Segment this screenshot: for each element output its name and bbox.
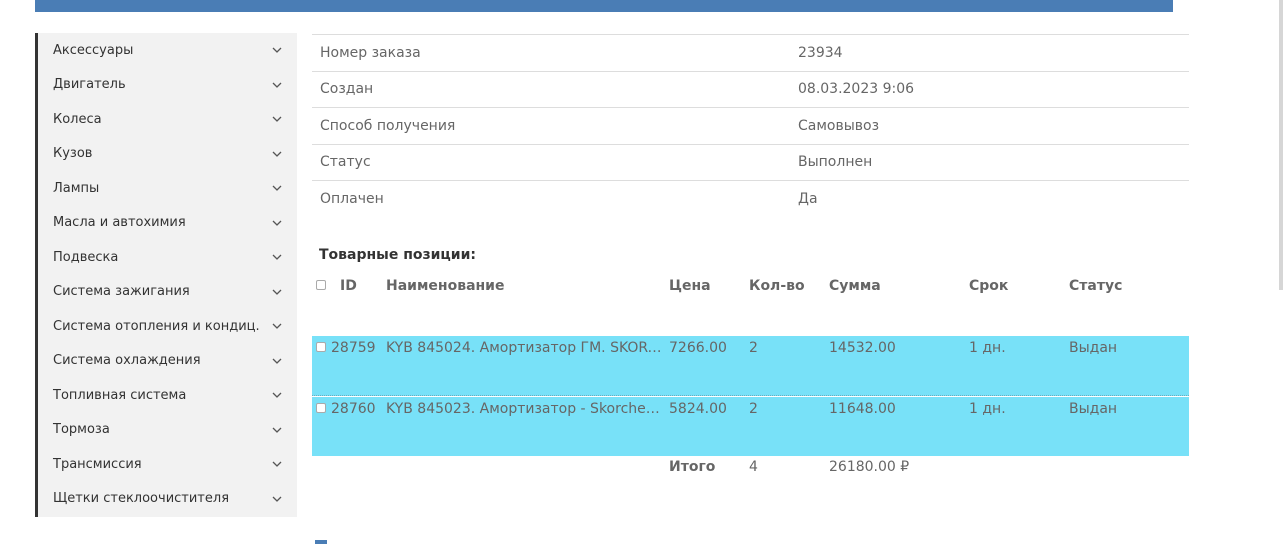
- sidebar-item-label: Двигатель: [53, 77, 126, 93]
- sidebar-item-lamps[interactable]: Лампы: [38, 171, 297, 206]
- col-id: ID: [340, 278, 357, 294]
- chevron-down-icon: [271, 493, 283, 505]
- order-status-value: Выполнен: [798, 154, 873, 171]
- order-number-row: Номер заказа 23934: [312, 35, 1189, 72]
- item-qty: 2: [749, 401, 758, 417]
- item-term: 1 дн.: [969, 401, 1006, 417]
- items-table-header: ID Наименование Цена Кол-во Сумма Срок С…: [312, 278, 1189, 298]
- chevron-down-icon: [271, 424, 283, 436]
- sidebar-item-label: Масла и автохимия: [53, 215, 186, 231]
- col-sum: Сумма: [829, 278, 881, 294]
- col-qty: Кол-во: [749, 278, 805, 294]
- row-checkbox[interactable]: [316, 342, 326, 352]
- order-created-value: 08.03.2023 9:06: [798, 81, 915, 98]
- col-term: Срок: [969, 278, 1009, 294]
- order-created-row: Создан 08.03.2023 9:06: [312, 72, 1189, 108]
- chevron-down-icon: [271, 113, 283, 125]
- col-status: Статус: [1069, 278, 1123, 294]
- total-qty: 4: [749, 459, 758, 475]
- item-price: 7266.00: [669, 340, 727, 356]
- bottom-button-edge[interactable]: [315, 540, 327, 544]
- item-name: KYB 845024. Амортизатор ГМ. SKORCHED 4S: [386, 340, 667, 356]
- sidebar-item-suspension[interactable]: Подвеска: [38, 240, 297, 275]
- top-header-bar: [35, 0, 1173, 12]
- order-delivery-value: Самовывоз: [798, 117, 880, 134]
- sidebar-item-brakes[interactable]: Тормоза: [38, 413, 297, 448]
- sidebar-item-wipers[interactable]: Щетки стеклоочистителя: [38, 482, 297, 517]
- sidebar-item-engine[interactable]: Двигатель: [38, 68, 297, 103]
- item-name: KYB 845023. Амортизатор - Skorched4s Rea…: [386, 401, 667, 417]
- sidebar-item-label: Тормоза: [53, 422, 110, 438]
- item-sum: 11648.00: [829, 401, 896, 417]
- sidebar-item-wheels[interactable]: Колеса: [38, 102, 297, 137]
- info-label: Оплачен: [320, 191, 384, 208]
- info-label: Создан: [320, 81, 374, 98]
- order-number-value: 23934: [798, 44, 843, 61]
- table-row[interactable]: 28760 KYB 845023. Амортизатор - Skorched…: [312, 397, 1189, 456]
- info-label: Номер заказа: [320, 44, 421, 61]
- sidebar-item-oils[interactable]: Масла и автохимия: [38, 206, 297, 241]
- sidebar-item-body[interactable]: Кузов: [38, 137, 297, 172]
- info-label: Статус: [320, 154, 371, 171]
- order-delivery-row: Способ получения Самовывоз: [312, 108, 1189, 145]
- sidebar-item-label: Подвеска: [53, 249, 119, 265]
- table-row[interactable]: 28759 KYB 845024. Амортизатор ГМ. SKORCH…: [312, 336, 1189, 396]
- order-paid-value: Да: [798, 191, 818, 208]
- sidebar-item-transmission[interactable]: Трансмиссия: [38, 447, 297, 482]
- sidebar-item-fuel[interactable]: Топливная система: [38, 378, 297, 413]
- chevron-down-icon: [271, 182, 283, 194]
- item-sum: 14532.00: [829, 340, 896, 356]
- chevron-down-icon: [271, 79, 283, 91]
- sidebar-item-label: Щетки стеклоочистителя: [53, 491, 230, 507]
- sidebar-item-label: Кузов: [53, 146, 93, 162]
- sidebar-item-label: Система отопления и кондиц.: [53, 318, 260, 334]
- item-status: Выдан: [1069, 401, 1118, 417]
- chevron-down-icon: [271, 355, 283, 367]
- order-info-table: Номер заказа 23934 Создан 08.03.2023 9:0…: [312, 34, 1189, 218]
- items-total-row: Итого 4 26180.00 ₽: [312, 459, 1189, 479]
- item-price: 5824.00: [669, 401, 727, 417]
- sidebar-item-label: Система зажигания: [53, 284, 190, 300]
- item-id: 28759: [331, 340, 376, 356]
- sidebar-item-label: Колеса: [53, 111, 102, 127]
- total-sum: 26180.00 ₽: [829, 459, 910, 475]
- sidebar-item-label: Аксессуары: [53, 42, 134, 58]
- sidebar-item-cooling[interactable]: Система охлаждения: [38, 344, 297, 379]
- sidebar-item-accessories[interactable]: Аксессуары: [38, 33, 297, 68]
- page-scrollbar[interactable]: [1279, 0, 1283, 290]
- sidebar-item-label: Система охлаждения: [53, 353, 201, 369]
- chevron-down-icon: [271, 320, 283, 332]
- category-sidebar: Аксессуары Двигатель Колеса Кузов Лампы …: [35, 33, 297, 517]
- info-label: Способ получения: [320, 117, 456, 134]
- order-status-row: Статус Выполнен: [312, 145, 1189, 181]
- sidebar-item-label: Трансмиссия: [53, 456, 142, 472]
- sidebar-item-label: Лампы: [53, 180, 100, 196]
- order-paid-row: Оплачен Да: [312, 181, 1189, 218]
- sidebar-item-label: Топливная система: [53, 387, 187, 403]
- item-term: 1 дн.: [969, 340, 1006, 356]
- chevron-down-icon: [271, 251, 283, 263]
- col-price: Цена: [669, 278, 711, 294]
- items-heading: Товарные позиции:: [319, 247, 477, 263]
- chevron-down-icon: [271, 148, 283, 160]
- item-qty: 2: [749, 340, 758, 356]
- chevron-down-icon: [271, 389, 283, 401]
- col-name: Наименование: [386, 278, 505, 294]
- chevron-down-icon: [271, 217, 283, 229]
- chevron-down-icon: [271, 44, 283, 56]
- row-checkbox[interactable]: [316, 403, 326, 413]
- sidebar-item-heating[interactable]: Система отопления и кондиц.: [38, 309, 297, 344]
- chevron-down-icon: [271, 286, 283, 298]
- item-status: Выдан: [1069, 340, 1118, 356]
- chevron-down-icon: [271, 458, 283, 470]
- select-all-checkbox[interactable]: [316, 280, 326, 290]
- item-id: 28760: [331, 401, 376, 417]
- total-label: Итого: [669, 459, 716, 475]
- sidebar-item-ignition[interactable]: Система зажигания: [38, 275, 297, 310]
